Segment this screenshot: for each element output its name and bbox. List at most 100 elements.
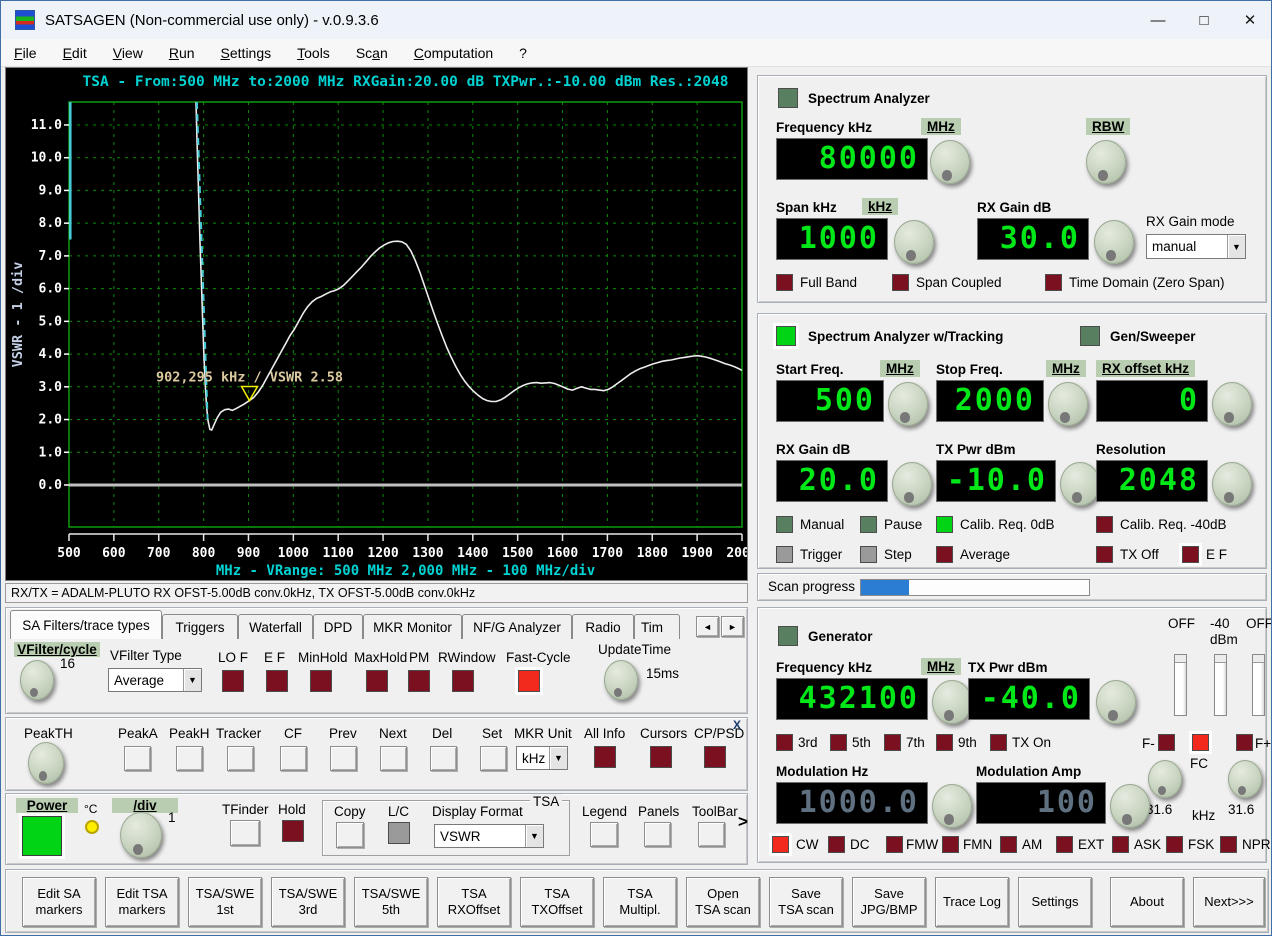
tab-time[interactable]: Tim [634,614,680,639]
gen-tx-pwr-knob[interactable] [1096,680,1136,724]
average-led[interactable] [936,546,953,563]
sa-span-knob[interactable] [894,220,934,264]
tsa-swe-1st-button[interactable]: TSA/SWE1st [188,877,262,927]
f-minus-led[interactable] [1158,734,1175,751]
modulation-amp-display[interactable]: 100 [976,782,1106,824]
pm-checkbox[interactable] [408,670,430,692]
tsa-chart[interactable]: TSA - From:500 MHz to:2000 MHz RXGain:20… [5,67,748,581]
level-slider-mid[interactable] [1214,654,1227,716]
step-led[interactable] [860,546,877,563]
modulation-hz-knob[interactable] [932,784,972,828]
del-button[interactable] [430,746,457,771]
trace-log-button[interactable]: Trace Log [935,877,1009,927]
calib-req-0db-led[interactable] [936,516,953,533]
trk-tx-pwr-display[interactable]: -10.0 [936,460,1056,502]
span-coupled-led[interactable] [892,274,909,291]
rwindow-checkbox[interactable] [452,670,474,692]
lc-led[interactable] [388,822,410,844]
tsa-rxoffset-button[interactable]: TSARXOffset [437,877,511,927]
settings-button[interactable]: Settings [1018,877,1092,927]
tab-dpd[interactable]: DPD [313,614,363,639]
sa-rx-gain-display[interactable]: 30.0 [977,218,1089,260]
maxhold-checkbox[interactable] [366,670,388,692]
resolution-knob[interactable] [1212,462,1252,506]
minhold-checkbox[interactable] [310,670,332,692]
tab-scroll-left-icon[interactable]: ◄ [696,616,719,637]
gen-frequency-display[interactable]: 432100 [776,678,928,720]
menu-file[interactable]: File [1,42,50,64]
menu-view[interactable]: View [100,42,156,64]
hold-led[interactable] [282,820,304,842]
modulation-amp-knob[interactable] [1110,784,1150,828]
gen-sweeper-led[interactable] [1080,326,1100,346]
cw-mode-led[interactable] [772,836,789,853]
generator-led[interactable] [778,626,798,646]
cursors-led[interactable] [650,746,672,768]
start-freq-unit-button[interactable]: MHz [880,360,920,377]
menu-tools[interactable]: Tools [284,42,343,64]
start-freq-display[interactable]: 500 [776,380,884,422]
tab-scroll-right-icon[interactable]: ► [721,616,744,637]
harmonic-5th-led[interactable] [830,734,847,751]
set-button[interactable] [480,746,507,771]
start-freq-knob[interactable] [888,382,928,426]
tab-radio[interactable]: Radio [572,614,634,639]
sa-khz-unit-button[interactable]: kHz [862,198,898,215]
dc-mode-led[interactable] [828,836,845,853]
menu-run[interactable]: Run [156,42,208,64]
sa-rbw-label[interactable]: RBW [1086,118,1130,135]
about-button[interactable]: About [1110,877,1184,927]
lo-f-checkbox[interactable] [222,670,244,692]
resolution-display[interactable]: 2048 [1096,460,1208,502]
cf-button[interactable] [280,746,307,771]
rx-offset-label[interactable]: RX offset kHz [1096,360,1195,377]
menu-help[interactable]: ? [506,42,540,64]
menu-settings[interactable]: Settings [208,42,285,64]
tsa-swe-5th-button[interactable]: TSA/SWE5th [354,877,428,927]
expand-right-icon[interactable]: > [738,812,748,832]
fmn-mode-led[interactable] [942,836,959,853]
fast-cycle-checkbox[interactable] [518,670,540,692]
next-button[interactable] [380,746,407,771]
tab-mkr-monitor[interactable]: MKR Monitor [363,614,462,639]
next-button[interactable]: Next>>> [1193,877,1265,927]
sa-rbw-knob[interactable] [1086,140,1126,184]
time-domain-led[interactable] [1045,274,1062,291]
legend-button[interactable] [590,822,618,847]
pause-led[interactable] [860,516,877,533]
trk-rx-gain-knob[interactable] [892,462,932,506]
tsa-multipl-button[interactable]: TSAMultipl. [603,877,677,927]
power-led-button[interactable] [22,816,62,856]
tab-sa-filters[interactable]: SA Filters/trace types [10,610,162,639]
vfilter-cycle-knob[interactable] [20,660,54,700]
prev-button[interactable] [330,746,357,771]
ask-mode-led[interactable] [1112,836,1129,853]
e-f-led[interactable] [1182,546,1199,563]
save-jpg-bmp-button[interactable]: SaveJPG/BMP [852,877,926,927]
menu-computation[interactable]: Computation [401,42,506,64]
edit-sa-markers-button[interactable]: Edit SAmarkers [22,877,96,927]
gen-mhz-unit-button[interactable]: MHz [921,658,961,675]
stop-freq-display[interactable]: 2000 [936,380,1044,422]
div-knob[interactable] [120,812,162,858]
calib-req-40db-led[interactable] [1096,516,1113,533]
save-tsa-scan-button[interactable]: SaveTSA scan [769,877,843,927]
tab-nfg-analyzer[interactable]: NF/G Analyzer [462,614,572,639]
gen-frequency-knob[interactable] [932,680,972,724]
tab-triggers[interactable]: Triggers [162,614,238,639]
fmw-mode-led[interactable] [886,836,903,853]
sa-rx-gain-knob[interactable] [1094,220,1134,264]
close-button[interactable]: ✕ [1227,1,1272,39]
level-slider-left[interactable] [1174,654,1187,716]
menu-edit[interactable]: Edit [50,42,100,64]
minimize-button[interactable]: — [1135,1,1181,39]
tracker-button[interactable] [227,746,254,771]
tsa-swe-3rd-button[interactable]: TSA/SWE3rd [271,877,345,927]
tx-on-led[interactable] [990,734,1007,751]
trigger-led[interactable] [776,546,793,563]
f-minus-knob[interactable] [1148,760,1182,798]
mkr-unit-select[interactable]: kHz▼ [516,746,568,770]
tfinder-button[interactable] [230,820,260,846]
copy-button[interactable] [336,822,364,848]
rx-offset-knob[interactable] [1212,382,1252,426]
